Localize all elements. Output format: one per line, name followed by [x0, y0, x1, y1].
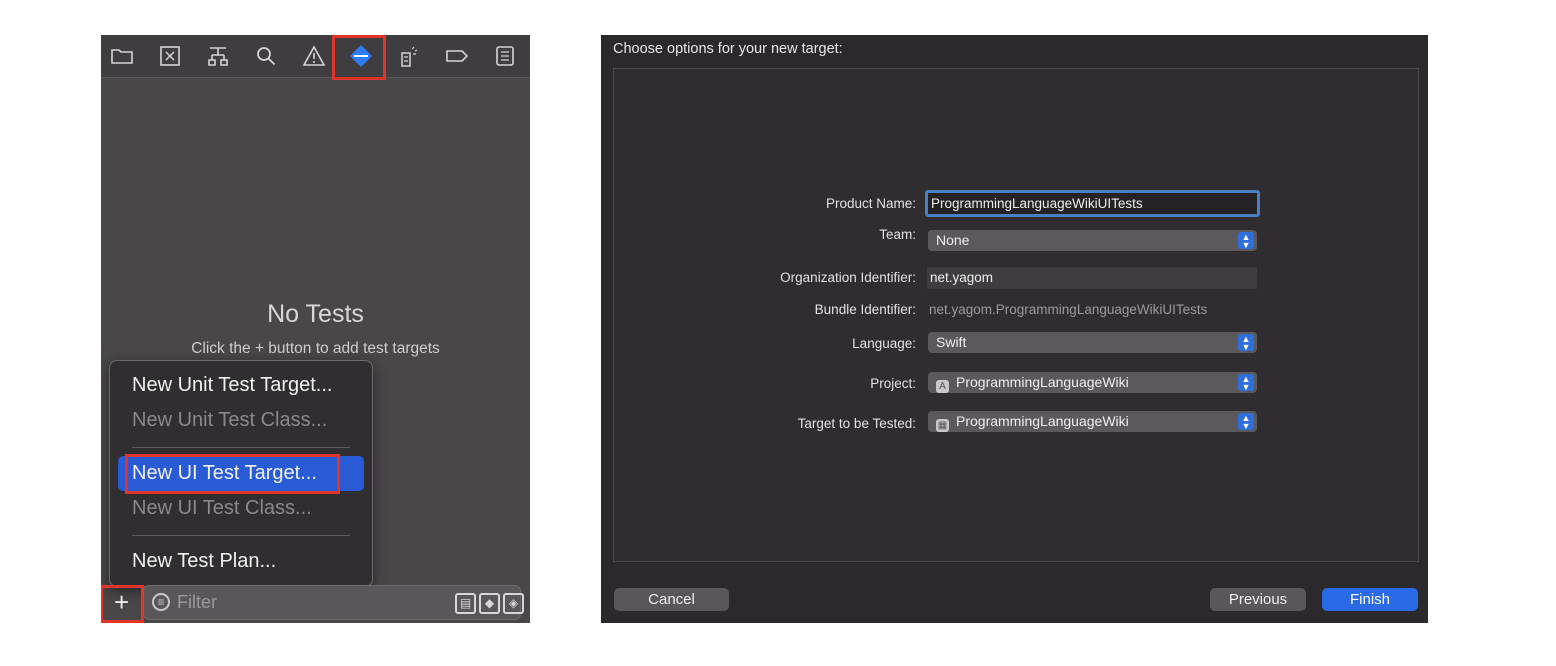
- language-popup[interactable]: Swift ▲ ▼: [928, 332, 1257, 353]
- failed-tests-icon[interactable]: ◆: [479, 593, 500, 614]
- test-navigator-highlight: [332, 35, 386, 80]
- previous-button[interactable]: Previous: [1210, 588, 1306, 611]
- target-to-be-tested-label: Target to be Tested:: [797, 416, 916, 431]
- team-popup[interactable]: None ▲ ▼: [928, 230, 1257, 251]
- source-control-icon[interactable]: [157, 43, 183, 69]
- menu-item-new-unit-test-class: New Unit Test Class...: [132, 409, 328, 431]
- filter-field[interactable]: ≡ Filter ▤ ◆ ◈: [143, 585, 524, 620]
- target-to-be-tested-popup[interactable]: ▦ ProgrammingLanguageWiki ▲ ▼: [928, 411, 1257, 432]
- symbol-icon[interactable]: [205, 43, 231, 69]
- bundle-identifier-label: Bundle Identifier:: [814, 302, 916, 317]
- debug-icon[interactable]: [396, 43, 422, 69]
- test-plan-icon[interactable]: ▤: [455, 593, 476, 614]
- ui-test-target-highlight: [125, 454, 340, 494]
- popup-chevron-icon: ▲ ▼: [1238, 232, 1254, 250]
- empty-state-subtitle: Click the + button to add test targets: [191, 340, 440, 357]
- target-to-be-tested-value: ProgrammingLanguageWiki: [956, 413, 1129, 429]
- report-icon[interactable]: [492, 43, 518, 69]
- folder-icon[interactable]: [109, 43, 135, 69]
- scheme-tests-icon[interactable]: ◈: [503, 593, 524, 614]
- menu-separator: [132, 535, 350, 536]
- popup-chevron-icon: ▲ ▼: [1238, 374, 1254, 392]
- app-target-icon: ▦: [936, 419, 949, 432]
- add-test-menu: New Unit Test Target... New Unit Test Cl…: [109, 360, 373, 587]
- filter-icon: ≡: [152, 593, 170, 611]
- team-value: None: [936, 232, 970, 248]
- empty-state-title: No Tests: [267, 300, 364, 328]
- project-label: Project:: [870, 376, 916, 391]
- language-value: Swift: [936, 334, 967, 350]
- finish-button[interactable]: Finish: [1322, 588, 1418, 611]
- dialog-title: Choose options for your new target:: [613, 41, 843, 57]
- navigator-bottom-bar: + ≡ Filter ▤ ◆ ◈: [101, 585, 530, 623]
- menu-item-new-test-plan[interactable]: New Test Plan...: [132, 550, 276, 573]
- popup-chevron-icon: ▲ ▼: [1238, 334, 1254, 352]
- popup-chevron-icon: ▲ ▼: [1238, 413, 1254, 431]
- warning-icon[interactable]: [301, 43, 327, 69]
- menu-item-new-unit-test-target[interactable]: New Unit Test Target...: [132, 374, 332, 397]
- organization-identifier-input[interactable]: net.yagom: [927, 267, 1257, 289]
- menu-separator: [132, 447, 350, 448]
- bundle-identifier-value: net.yagom.ProgrammingLanguageWikiUITests: [929, 302, 1208, 317]
- project-value: ProgrammingLanguageWiki: [956, 374, 1129, 390]
- test-navigator-panel: No Tests Click the + button to add test …: [101, 35, 530, 623]
- filter-placeholder: Filter: [177, 592, 217, 612]
- team-label: Team:: [879, 227, 916, 242]
- menu-item-new-ui-test-class: New UI Test Class...: [132, 497, 312, 519]
- product-name-label: Product Name:: [825, 196, 916, 211]
- navigator-toolbar: [101, 35, 530, 80]
- search-icon[interactable]: [253, 43, 279, 69]
- add-button-highlight: [101, 585, 144, 623]
- breakpoint-icon[interactable]: [444, 43, 470, 69]
- xcode-project-icon: A: [936, 380, 949, 393]
- cancel-button[interactable]: Cancel: [614, 588, 729, 611]
- project-popup[interactable]: A ProgrammingLanguageWiki ▲ ▼: [928, 372, 1257, 393]
- product-name-input[interactable]: ProgrammingLanguageWikiUITests: [925, 190, 1260, 217]
- organization-identifier-label: Organization Identifier:: [780, 270, 916, 285]
- new-target-dialog: Choose options for your new target: Prod…: [601, 35, 1428, 623]
- language-label: Language:: [852, 336, 916, 351]
